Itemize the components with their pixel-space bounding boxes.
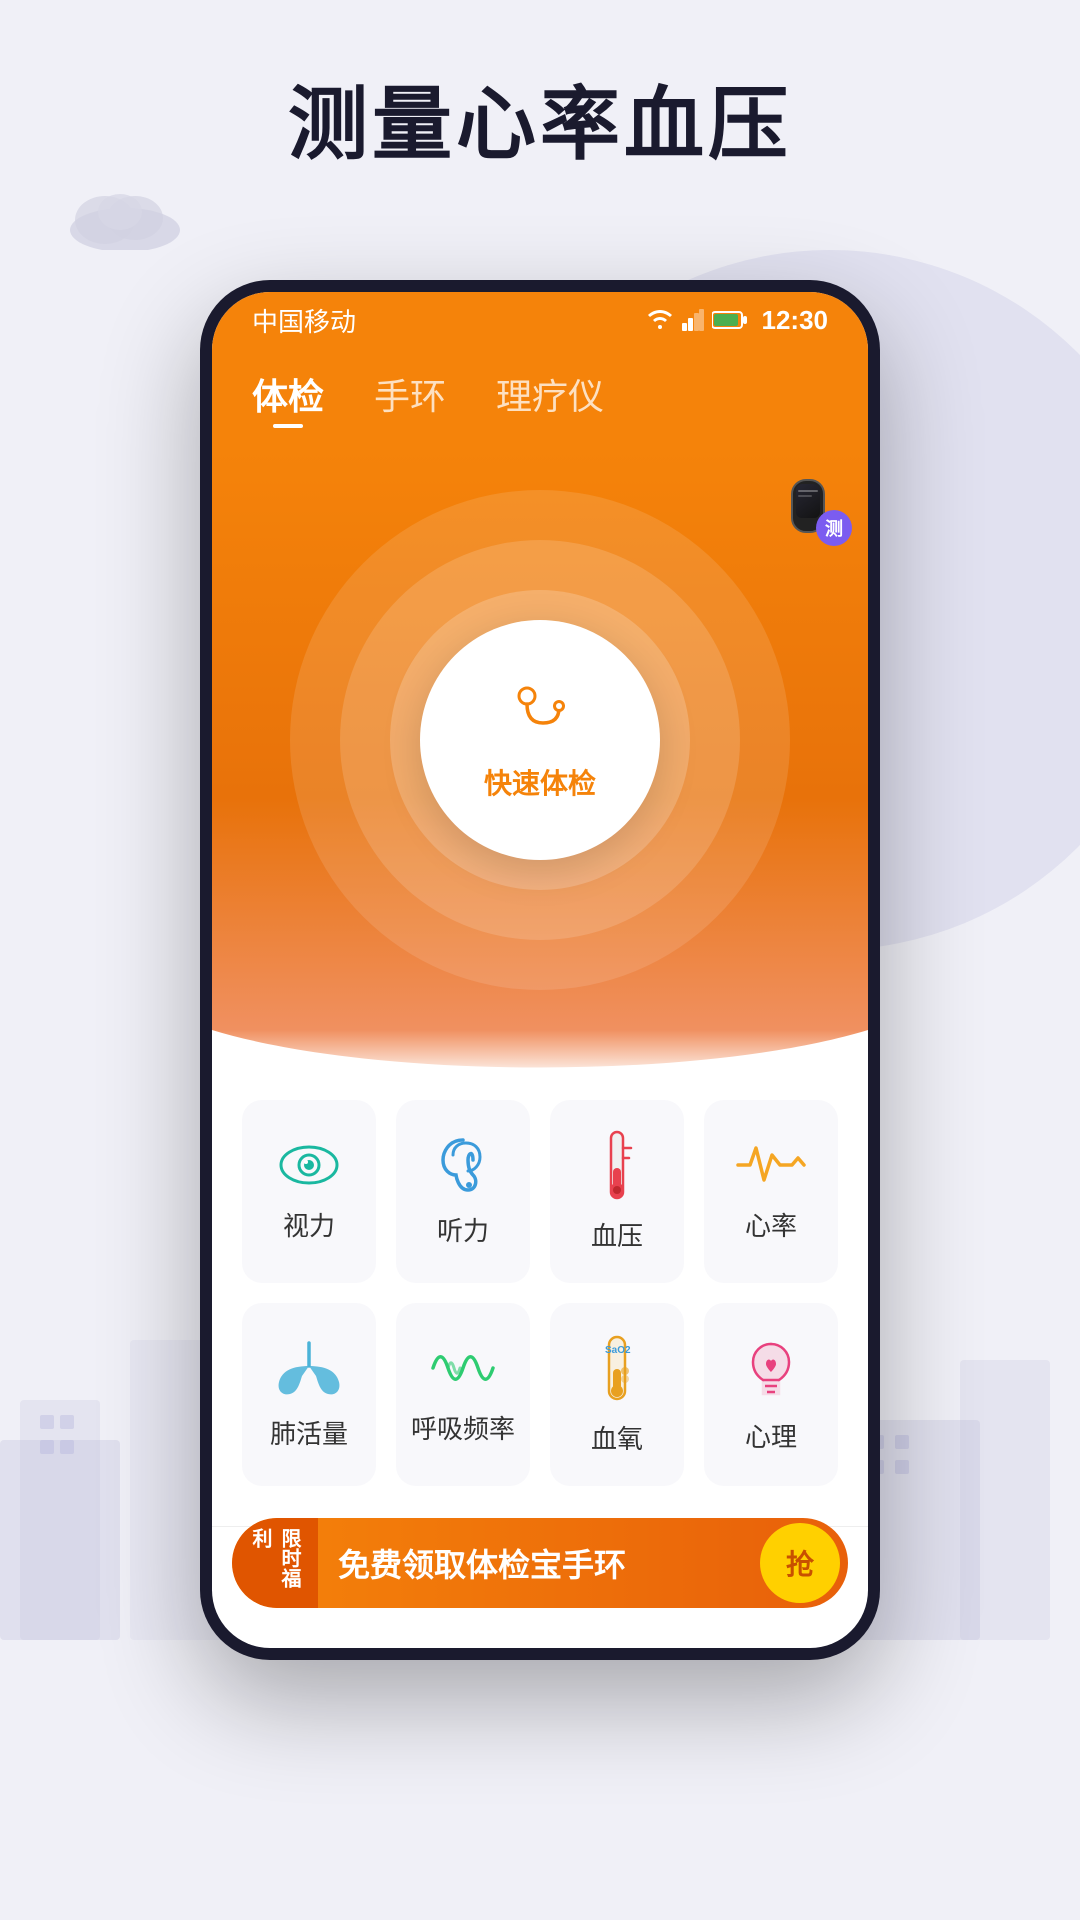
mind-label: 心理 (745, 1417, 797, 1454)
signal-icon (682, 309, 704, 331)
page-title: 测量心率血压 (0, 60, 1080, 176)
carrier-label: 中国移动 (252, 302, 356, 339)
grid-item-hearing[interactable]: 听力 (396, 1100, 530, 1283)
heart-rate-icon (736, 1140, 806, 1190)
wave-svg (212, 1030, 868, 1080)
quick-exam-button[interactable]: 快速体检 (420, 620, 660, 860)
tab-therapy[interactable]: 理疗仪 (496, 368, 604, 420)
test-badge-label: 测 (816, 510, 852, 546)
grid-item-vision[interactable]: 视力 (242, 1100, 376, 1283)
health-grid: 视力 听力 (212, 1080, 868, 1526)
nav-tabs: 体检 手环 理疗仪 (212, 348, 868, 450)
main-orange-area: 快速体检 (212, 450, 868, 1030)
spo2-label: 血氧 (591, 1419, 643, 1456)
banner-grab-button[interactable]: 抢 (760, 1523, 840, 1603)
spo2-icon: SaO2 (595, 1333, 639, 1403)
health-grid-row-2: 肺活量 呼吸频率 SaO2 (242, 1303, 838, 1486)
grid-item-blood-pressure[interactable]: 血压 (550, 1100, 684, 1283)
center-btn-label: 快速体检 (484, 762, 596, 802)
blood-pressure-label: 血压 (591, 1216, 643, 1253)
grid-item-lung[interactable]: 肺活量 (242, 1303, 376, 1486)
status-bar: 中国移动 (212, 292, 868, 348)
breath-rate-icon (428, 1343, 498, 1393)
vision-icon (279, 1140, 339, 1190)
grid-item-heart-rate[interactable]: 心率 (704, 1100, 838, 1283)
health-grid-row-1: 视力 听力 (242, 1100, 838, 1283)
grid-item-mind[interactable]: 心理 (704, 1303, 838, 1486)
hearing-icon (438, 1135, 488, 1195)
blood-pressure-icon (595, 1130, 639, 1200)
tab-physical-exam[interactable]: 体检 (252, 368, 324, 420)
banner-tag: 限时福利 (232, 1518, 318, 1608)
cloud-decoration (60, 180, 190, 250)
wifi-icon (646, 309, 674, 331)
breath-rate-label: 呼吸频率 (411, 1409, 515, 1446)
tab-bracelet[interactable]: 手环 (374, 368, 446, 420)
heart-rate-label: 心率 (745, 1206, 797, 1243)
svg-text:SaO2: SaO2 (605, 1345, 631, 1356)
grid-item-spo2[interactable]: SaO2 血氧 (550, 1303, 684, 1486)
stethoscope-icon (505, 678, 575, 748)
banner-text: 免费领取体检宝手环 (318, 1540, 760, 1586)
phone-screen: 中国移动 (212, 292, 868, 1648)
bottom-banner[interactable]: 限时福利 免费领取体检宝手环 抢 (232, 1518, 848, 1608)
hearing-label: 听力 (437, 1211, 489, 1248)
signal-icons (646, 309, 748, 331)
phone-frame: 中国移动 (200, 280, 880, 1660)
battery-icon (712, 310, 748, 330)
mind-icon (741, 1336, 801, 1401)
lung-icon (274, 1338, 344, 1398)
status-time: 12:30 (762, 305, 829, 336)
lung-label: 肺活量 (270, 1414, 348, 1451)
grid-item-breath-rate[interactable]: 呼吸频率 (396, 1303, 530, 1486)
vision-label: 视力 (283, 1206, 335, 1243)
device-badge[interactable]: 测 (772, 470, 844, 542)
status-right-icons: 12:30 (646, 305, 829, 336)
wave-transition (212, 1030, 868, 1080)
